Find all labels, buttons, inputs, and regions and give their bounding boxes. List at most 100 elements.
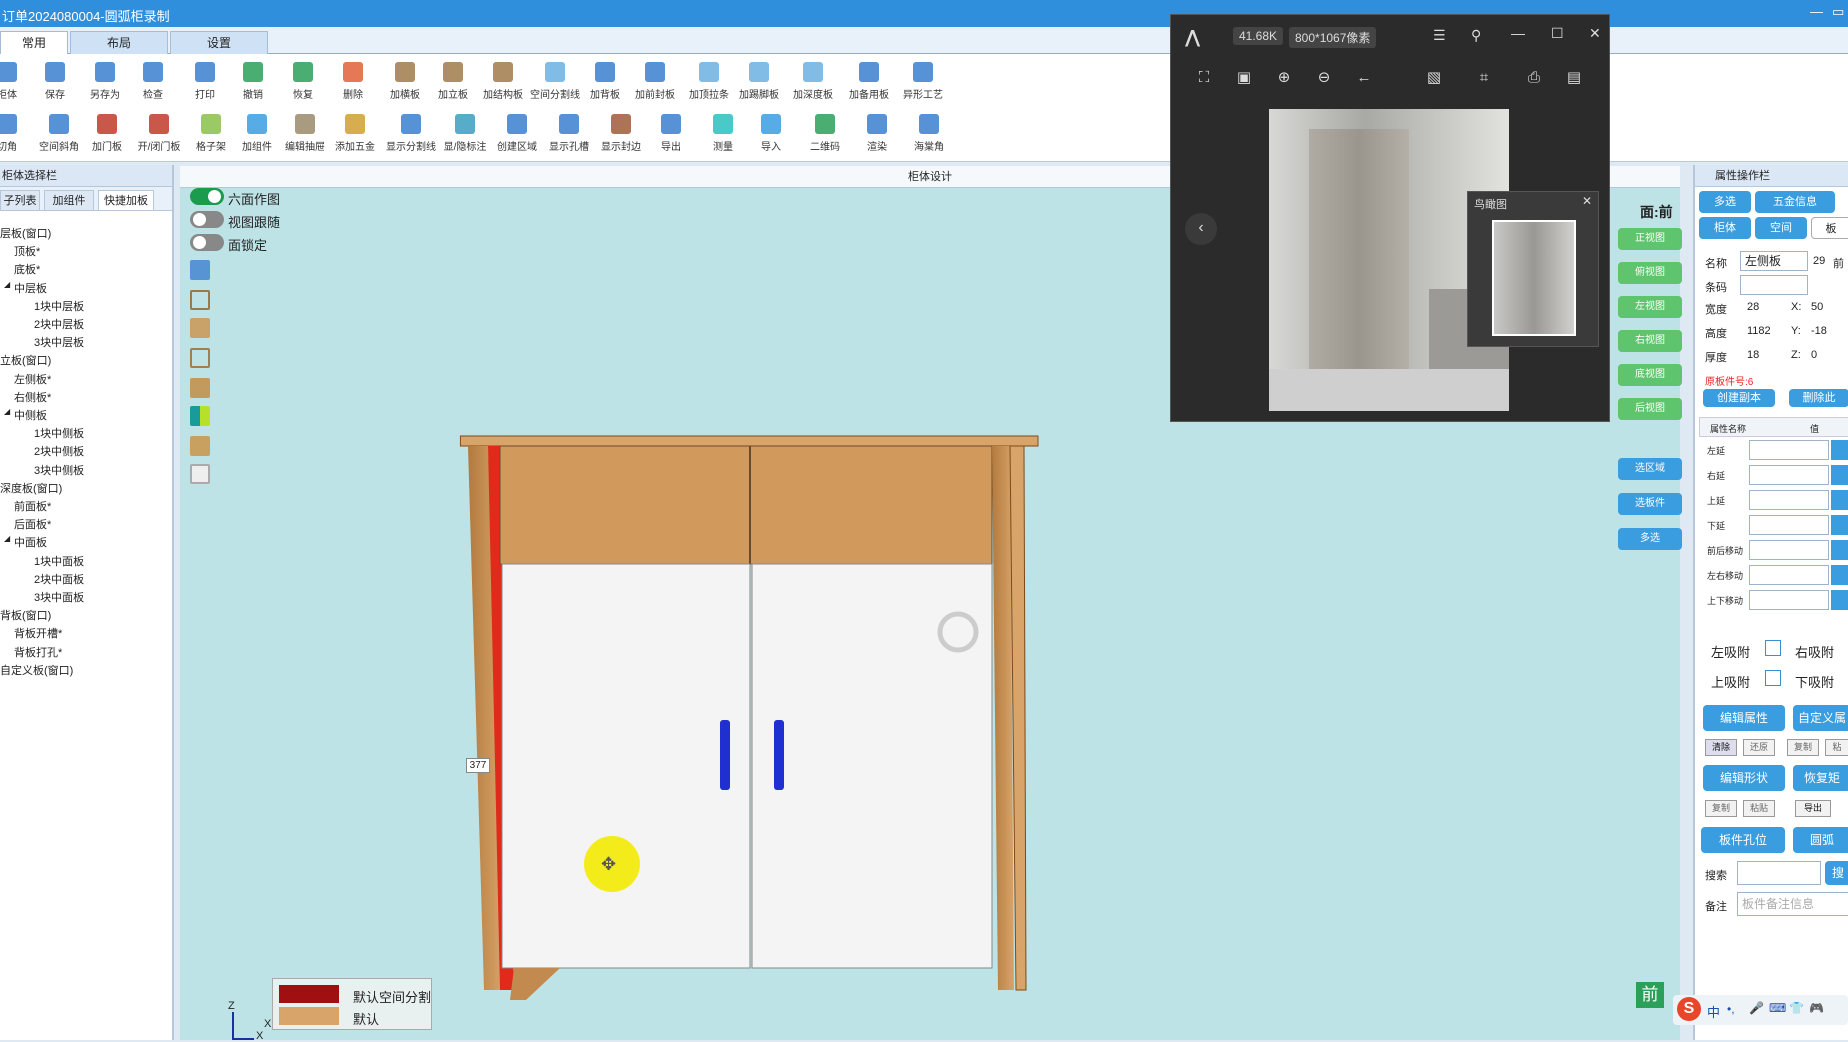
tree-item[interactable]: 1块中侧板 xyxy=(34,425,84,441)
ribbon-button-4[interactable]: 检查 xyxy=(126,56,180,104)
ribbon-button-9[interactable]: 加横板 xyxy=(378,56,432,104)
ribbon-button-8[interactable]: 删除 xyxy=(326,56,380,104)
thumbnail-navigator[interactable]: 鸟瞰图 ✕ xyxy=(1467,191,1599,347)
ime-chinese-mode[interactable]: 中 xyxy=(1707,1002,1720,1021)
tree-item[interactable]: ◢ 中层板 xyxy=(4,280,47,296)
tab-hardware-info[interactable]: 五金信息 xyxy=(1755,191,1835,213)
attr-confirm-button[interactable] xyxy=(1831,565,1848,585)
attr-confirm-button[interactable] xyxy=(1831,465,1848,485)
tree-item[interactable]: 3块中面板 xyxy=(34,589,84,605)
board-hole-button[interactable]: 板件孔位 xyxy=(1701,827,1785,853)
layers-icon[interactable] xyxy=(190,318,210,338)
restore-rect-button[interactable]: 恢复矩 xyxy=(1793,765,1848,791)
right-door[interactable] xyxy=(751,563,993,969)
save-icon[interactable]: ▤ xyxy=(1563,67,1585,89)
box-icon[interactable] xyxy=(190,348,210,368)
tree-item[interactable]: 前面板* xyxy=(14,498,51,514)
ribbon-button-14[interactable]: 加前封板 xyxy=(628,56,682,104)
name-field[interactable]: 左侧板 xyxy=(1740,251,1808,271)
create-copy-button[interactable]: 创建副本 xyxy=(1703,389,1775,407)
color-icon[interactable] xyxy=(190,406,210,426)
ribbon-button-row2-8[interactable]: 添加五金 xyxy=(328,108,382,156)
copy-button[interactable]: 复制 xyxy=(1787,739,1819,756)
ribbon-button-7[interactable]: 恢复 xyxy=(276,56,330,104)
select-board-button[interactable]: 选板件 xyxy=(1618,493,1682,515)
back-arrow-icon[interactable]: ← xyxy=(1353,67,1375,89)
edit-shape-button[interactable]: 编辑形状 xyxy=(1703,765,1785,791)
attr-confirm-button[interactable] xyxy=(1831,540,1848,560)
subtab-quick-add-board[interactable]: 快捷加板 xyxy=(98,190,154,211)
fit-window-icon[interactable]: ▣ xyxy=(1233,67,1255,89)
prev-image-button[interactable]: ‹ xyxy=(1185,213,1217,245)
ribbon-button-row2-6[interactable]: 加组件 xyxy=(230,108,284,156)
front-view-indicator[interactable]: 前 xyxy=(1636,982,1664,1008)
expand-icon[interactable]: ◢ xyxy=(4,407,10,416)
frame-icon[interactable] xyxy=(190,290,210,310)
keyboard-icon[interactable]: ⌨ xyxy=(1769,1001,1786,1015)
tree-item[interactable]: 自定义板(窗口) xyxy=(0,662,73,678)
edit-attributes-button[interactable]: 编辑属性 xyxy=(1703,705,1785,731)
viewer-maximize-icon[interactable]: ☐ xyxy=(1551,25,1564,42)
view-button-3[interactable]: 左视图 xyxy=(1618,296,1682,318)
restore-button[interactable]: 还原 xyxy=(1743,739,1775,756)
ribbon-button-row2-2[interactable]: 空间斜角 xyxy=(32,108,86,156)
left-attach-checkbox[interactable] xyxy=(1765,640,1781,656)
tree-item[interactable]: 立板(窗口) xyxy=(0,352,51,368)
ribbon-button-row2-17[interactable]: 二维码 xyxy=(798,108,852,156)
ribbon-button-row2-14[interactable]: 导出 xyxy=(644,108,698,156)
paste-button[interactable]: 粘 xyxy=(1825,739,1848,756)
ribbon-button-row2-15[interactable]: 测量 xyxy=(696,108,750,156)
tree-item[interactable]: 层板(窗口) xyxy=(0,225,51,241)
cabinet-model[interactable]: ✥ xyxy=(430,420,1050,1000)
view-button-4[interactable]: 右视图 xyxy=(1618,330,1682,352)
tab-common[interactable]: 常用 xyxy=(0,31,68,54)
subtab-add-component[interactable]: 加组件 xyxy=(44,190,94,211)
fullscreen-icon[interactable]: ⛶ xyxy=(1193,67,1215,89)
print-icon[interactable]: ⎙ xyxy=(1523,67,1545,89)
tree-item[interactable]: 1块中层板 xyxy=(34,298,84,314)
grid-icon[interactable] xyxy=(190,260,210,280)
ribbon-button-row2-19[interactable]: 海棠角 xyxy=(902,108,956,156)
ribbon-button-2[interactable]: 保存 xyxy=(28,56,82,104)
shape-export-button[interactable]: 导出 xyxy=(1795,800,1831,817)
ribbon-button-15[interactable]: 加顶拉条 xyxy=(682,56,736,104)
ribbon-button-row2-3[interactable]: 加门板 xyxy=(80,108,134,156)
barcode-field[interactable] xyxy=(1740,275,1808,295)
ribbon-button-19[interactable]: 异形工艺 xyxy=(896,56,950,104)
attr-confirm-button[interactable] xyxy=(1831,590,1848,610)
expand-icon[interactable]: ◢ xyxy=(4,534,10,543)
tab-cabinet[interactable]: 柜体 xyxy=(1699,217,1751,239)
tree-item[interactable]: 左侧板* xyxy=(14,371,51,387)
tab-settings[interactable]: 设置 xyxy=(170,31,268,54)
tree-item[interactable]: 1块中面板 xyxy=(34,553,84,569)
tree-item[interactable]: 底板* xyxy=(14,261,40,277)
menu-icon[interactable]: ☰ xyxy=(1433,27,1446,44)
attr-confirm-button[interactable] xyxy=(1831,440,1848,460)
tree-item[interactable]: 后面板* xyxy=(14,516,51,532)
tab-board[interactable]: 板 xyxy=(1811,217,1848,239)
ribbon-button-row2-16[interactable]: 导入 xyxy=(744,108,798,156)
ribbon-button-6[interactable]: 撤销 xyxy=(226,56,280,104)
tree-item[interactable]: ◢ 中侧板 xyxy=(4,407,47,423)
view-follow-toggle[interactable] xyxy=(190,211,224,228)
attr-value-input[interactable] xyxy=(1749,490,1829,510)
attr-value-input[interactable] xyxy=(1749,540,1829,560)
tree-item[interactable]: ◢ 中面板 xyxy=(4,534,47,550)
tree-item[interactable]: 背板(窗口) xyxy=(0,607,51,623)
tree-item[interactable]: 2块中侧板 xyxy=(34,443,84,459)
left-door[interactable] xyxy=(501,563,751,969)
ribbon-button-11[interactable]: 加结构板 xyxy=(476,56,530,104)
skin-icon[interactable]: 👕 xyxy=(1789,1001,1804,1015)
delete-copy-button[interactable]: 删除此 xyxy=(1789,389,1848,407)
ribbon-button-row2-13[interactable]: 显示封边 xyxy=(594,108,648,156)
ribbon-button-row2-4[interactable]: 开/闭门板 xyxy=(132,108,186,156)
tab-layout[interactable]: 布局 xyxy=(70,31,168,54)
maximize-button[interactable]: ▭ xyxy=(1832,4,1844,20)
ribbon-button-10[interactable]: 加立板 xyxy=(426,56,480,104)
tree-item[interactable]: 背板开槽* xyxy=(14,625,62,641)
ribbon-button-row2-12[interactable]: 显示孔槽 xyxy=(542,108,596,156)
view-button-5[interactable]: 底视图 xyxy=(1618,364,1682,386)
microphone-icon[interactable]: 🎤 xyxy=(1749,1001,1764,1015)
attr-value-input[interactable] xyxy=(1749,440,1829,460)
tab-multi-select[interactable]: 多选 xyxy=(1699,191,1751,213)
